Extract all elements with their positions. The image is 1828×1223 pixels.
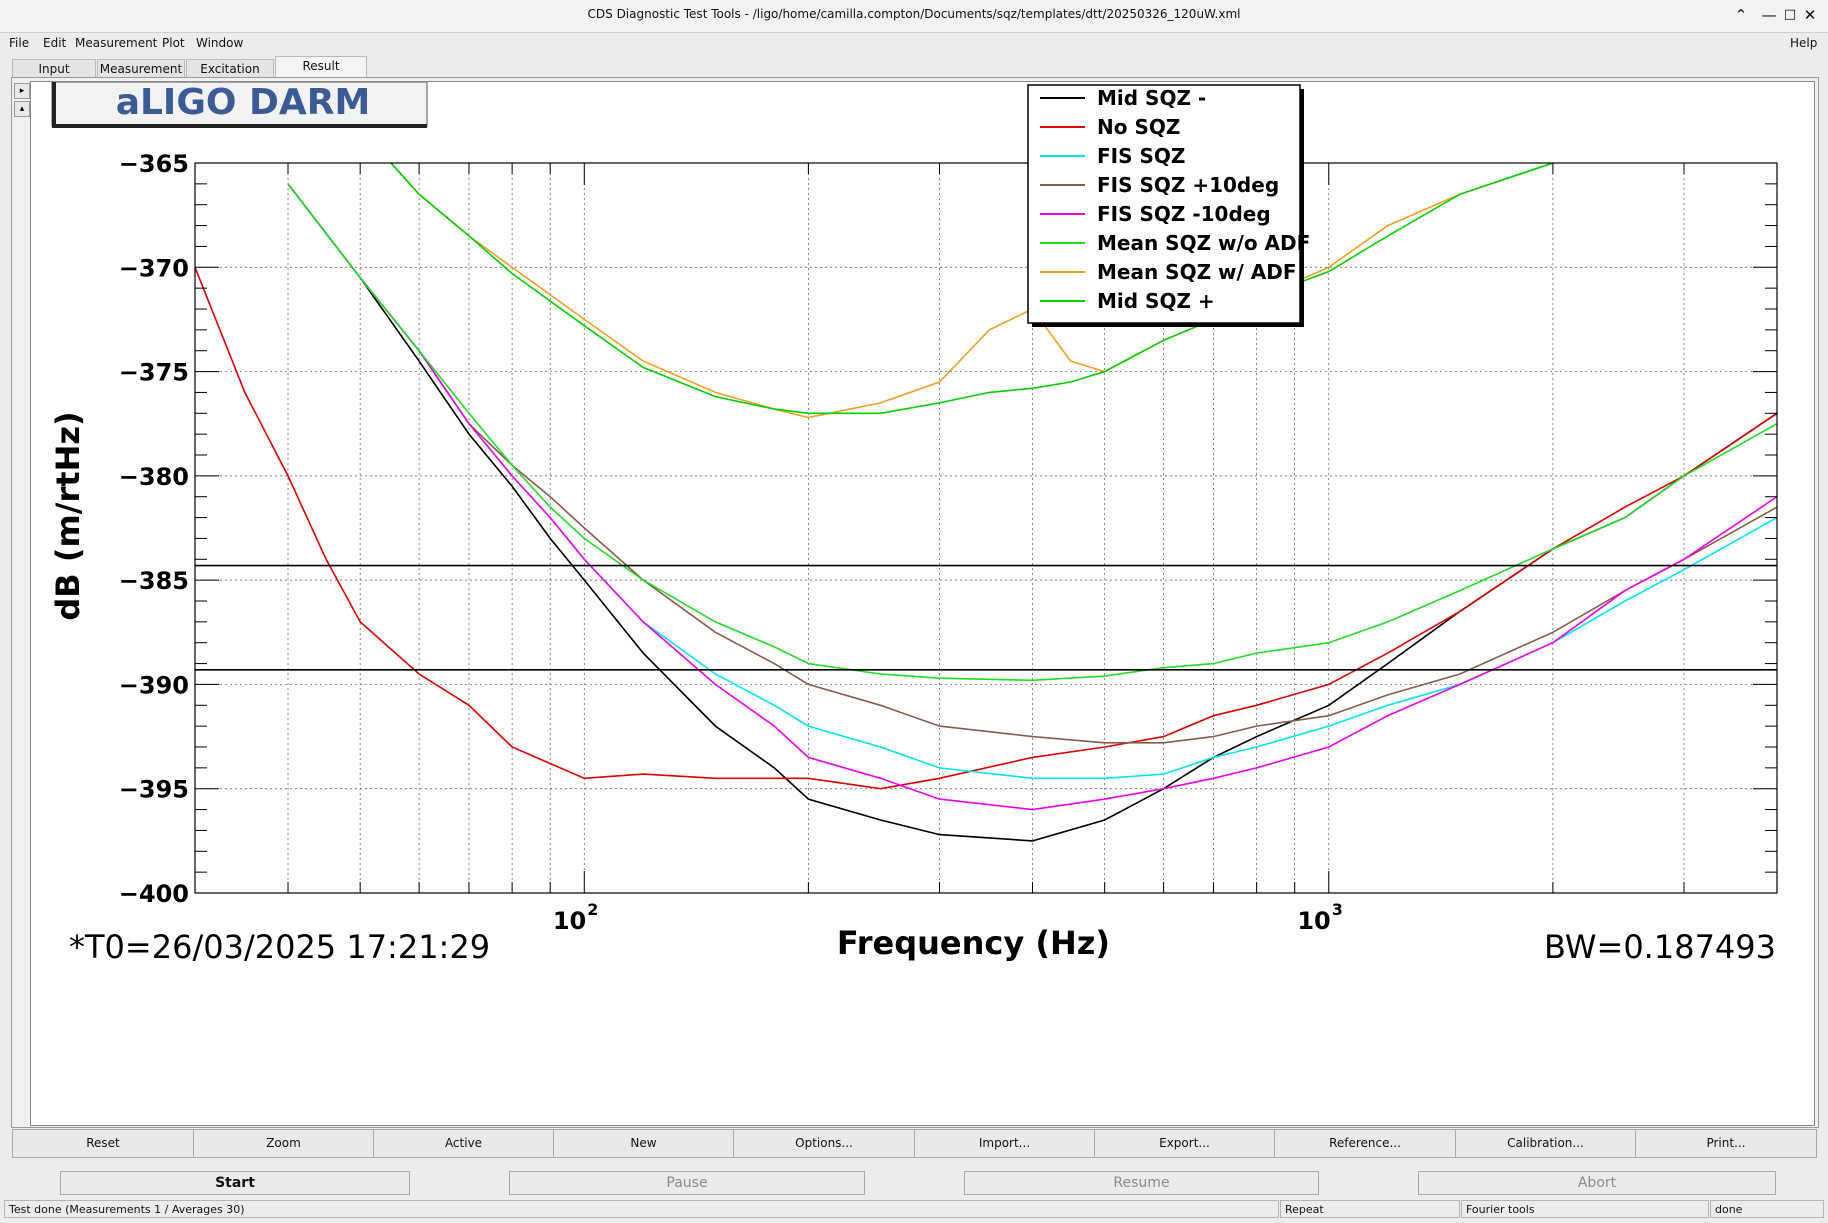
menu-plot[interactable]: Plot [162, 36, 185, 50]
scroll-up-icon[interactable]: ▴ [14, 101, 30, 117]
x-axis-label: Frequency (Hz) [837, 924, 1110, 962]
plot-series [195, 163, 1777, 842]
reference-button[interactable]: Reference... [1274, 1129, 1456, 1158]
plot-frame [194, 162, 1778, 894]
y-tick-label: −400 [119, 880, 189, 908]
active-button[interactable]: Active [373, 1129, 554, 1158]
options-button[interactable]: Options... [733, 1129, 915, 1158]
legend[interactable]: Mid SQZ - No SQZ FIS SQZ FIS SQZ +10deg FIS … [1027, 84, 1310, 327]
legend-entry-label: FIS SQZ [1097, 144, 1185, 168]
tab-excitation[interactable]: Excitation [186, 59, 274, 79]
start-button[interactable]: Start [60, 1171, 410, 1195]
legend-entry-label: Mean SQZ w/o ADF [1097, 231, 1310, 255]
t0-label: *T0=26/03/2025 17:21:29 [69, 928, 490, 966]
window-shade-icon[interactable]: ⌃ [1732, 6, 1750, 24]
menu-help[interactable]: Help [1790, 36, 1817, 50]
series-line [390, 163, 1554, 419]
legend-entry-label: No SQZ [1097, 115, 1180, 139]
plot-grid [194, 163, 1778, 893]
x-tick-label-base: 10 [1297, 907, 1330, 935]
legend-entry-label: Mid SQZ + [1097, 289, 1215, 313]
y-tick-label: −395 [119, 776, 189, 804]
tab-measurement[interactable]: Measurement [97, 59, 185, 79]
legend-entry-label: FIS SQZ -10deg [1097, 202, 1271, 226]
calibration-button[interactable]: Calibration... [1455, 1129, 1636, 1158]
zoom-button[interactable]: Zoom [193, 1129, 374, 1158]
menu-edit[interactable]: Edit [43, 36, 66, 50]
series-line [390, 163, 1554, 415]
status-message: Test done (Measurements 1 / Averages 30) [4, 1200, 1279, 1218]
scroll-right-icon[interactable]: ▸ [14, 83, 30, 99]
export-button[interactable]: Export... [1094, 1129, 1275, 1158]
status-state: done [1710, 1200, 1824, 1218]
y-axis-label: dB (m/rtHz) [49, 411, 87, 620]
y-tick-label: −380 [119, 463, 189, 491]
tab-result[interactable]: Result [275, 56, 367, 78]
window-close-icon[interactable]: ✕ [1801, 6, 1819, 24]
window-titlebar: CDS Diagnostic Test Tools - /ligo/home/c… [0, 0, 1828, 33]
y-tick-label: −370 [119, 254, 189, 282]
status-tool: Fourier tools [1461, 1200, 1709, 1218]
series-line [195, 267, 1777, 790]
import-button[interactable]: Import... [914, 1129, 1095, 1158]
pad-title: aLIGO DARM [116, 82, 371, 123]
window-minimize-icon[interactable]: — [1760, 6, 1778, 24]
new-button[interactable]: New [553, 1129, 734, 1158]
abort-button[interactable]: Abort [1418, 1171, 1776, 1195]
plot-svg[interactable]: aLIGO DARM −365 −370 −375 −380 −385 −390… [31, 81, 1814, 1125]
x-tick-label-exponent: 2 [587, 900, 598, 919]
pause-button[interactable]: Pause [509, 1171, 865, 1195]
resume-button[interactable]: Resume [964, 1171, 1319, 1195]
plot-ticks [194, 162, 1778, 894]
legend-entry-label: Mid SQZ - [1097, 86, 1206, 110]
x-tick-label-base: 10 [553, 907, 586, 935]
status-mode: Repeat [1280, 1200, 1460, 1218]
y-tick-label: −365 [119, 150, 189, 178]
menu-file[interactable]: File [9, 36, 29, 50]
reset-button[interactable]: Reset [12, 1129, 194, 1158]
plot-horizontal-lines [195, 564, 1777, 671]
menu-bar: File Edit Measurement Plot Window Help [0, 33, 1828, 53]
y-tick-label: −390 [119, 671, 189, 699]
plot-canvas[interactable]: aLIGO DARM −365 −370 −375 −380 −385 −390… [30, 81, 1815, 1126]
x-tick-label-exponent: 3 [1332, 900, 1343, 919]
menu-measurement[interactable]: Measurement [75, 36, 157, 50]
legend-entry-label: Mean SQZ w/ ADF [1097, 260, 1297, 284]
window-title: CDS Diagnostic Test Tools - /ligo/home/c… [587, 7, 1241, 21]
pad-title-shadow-bottom [52, 124, 427, 128]
window-maximize-icon[interactable]: □ [1781, 6, 1799, 24]
menu-window[interactable]: Window [196, 36, 243, 50]
bandwidth-label: BW=0.187493 [1544, 928, 1776, 966]
pad-title-shadow-left [52, 82, 56, 128]
tab-input[interactable]: Input [12, 59, 96, 79]
y-tick-label: −375 [119, 359, 189, 387]
y-tick-label: −385 [119, 567, 189, 595]
legend-entry-label: FIS SQZ +10deg [1097, 173, 1279, 197]
print-button[interactable]: Print... [1635, 1129, 1817, 1158]
